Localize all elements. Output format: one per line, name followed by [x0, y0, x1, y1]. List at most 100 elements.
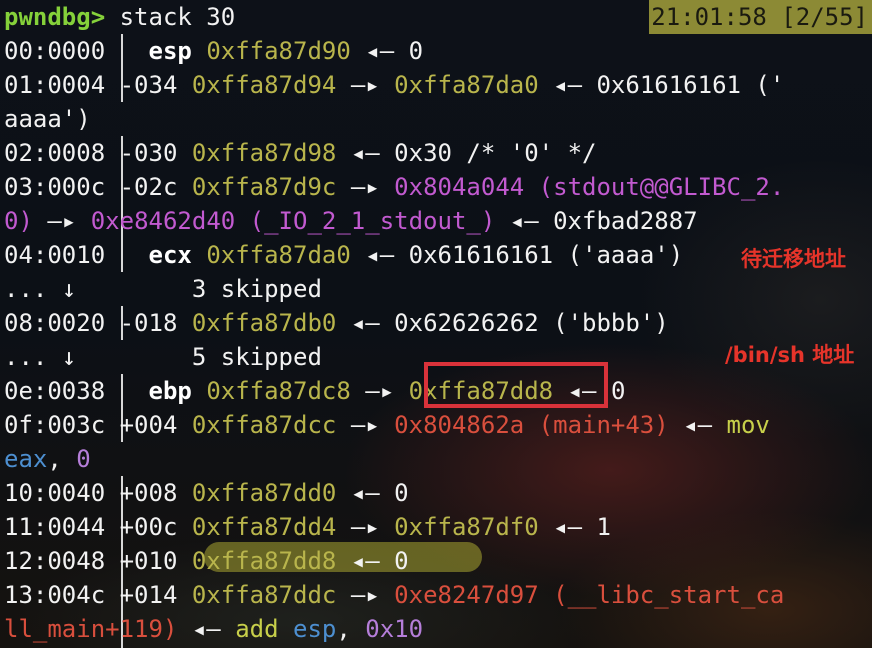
skipped-row: ... ↓ 3 skipped: [4, 272, 322, 306]
row-address: 0xffa87d94: [191, 71, 337, 99]
stack-row: 11:0044 +00c 0xffa87dd4 —▸ 0xffa87df0 ◂—…: [4, 510, 611, 544]
row-pointer: 0xffa87da0: [394, 71, 539, 99]
arrow-right-icon: —▸: [350, 71, 380, 99]
terminal-window[interactable]: 21:01:58 [2/55] pwndbg> stack 30 00:0000…: [0, 0, 872, 648]
row-value: 0xfbad2887: [553, 207, 698, 235]
command-text[interactable]: stack 30: [120, 3, 236, 31]
row-register-operand: eax: [4, 445, 48, 473]
row-offset: -030: [119, 139, 178, 167]
ellipsis: ...: [4, 343, 48, 371]
row-index: 08:0020: [4, 309, 106, 337]
row-value: 0: [610, 377, 626, 405]
stack-row-wrap: eax, 0: [4, 442, 91, 476]
row-pointer: 0xffa87df0: [394, 513, 539, 541]
prompt-label: pwndbg>: [4, 3, 106, 31]
row-value: 0: [408, 37, 424, 65]
row-offset: +004: [119, 411, 178, 439]
stack-row-wrap: 0) —▸ 0xe8462d40 (_IO_2_1_stdout_) ◂— 0x…: [4, 204, 698, 238]
row-value: 0x61616161 (': [596, 71, 785, 99]
stack-row: 12:0048 +010 0xffa87dd8 ◂— 0: [4, 544, 409, 578]
arrow-left-icon: ◂—: [350, 547, 380, 575]
row-address: 0xffa87dd8: [191, 547, 337, 575]
row-offset: -02c: [119, 173, 178, 201]
down-arrow-icon: ↓: [61, 343, 77, 371]
row-address: 0xffa87da0: [206, 241, 351, 269]
row-value: 1: [596, 513, 611, 541]
row-pointer-wrap: 0): [4, 207, 33, 235]
highlight-box: [424, 362, 608, 408]
ellipsis: ...: [4, 275, 48, 303]
stack-row-wrap: aaaa'): [4, 102, 91, 136]
row-register-operand: esp: [293, 615, 337, 643]
row-address: 0xffa87db0: [191, 309, 337, 337]
row-index: 10:0040: [4, 479, 106, 507]
row-offset: -034: [119, 71, 178, 99]
row-value: 0x61616161 ('aaaa'): [408, 241, 684, 269]
stack-row: 04:0010 ecx 0xffa87da0 ◂— 0x61616161 ('a…: [4, 238, 683, 272]
stack-row: 00:0000 esp 0xffa87d90 ◂— 0: [4, 34, 423, 68]
stack-row: 03:000c -02c 0xffa87d9c —▸ 0x804a044 (st…: [4, 170, 784, 204]
skipped-count: 5 skipped: [191, 343, 322, 371]
row-index: 02:0008: [4, 139, 106, 167]
row-index: 12:0048: [4, 547, 106, 575]
arrow-right-icon: —▸: [365, 377, 395, 405]
row-index: 03:000c: [4, 173, 106, 201]
row-offset: +014: [119, 581, 178, 609]
arrow-right-icon: —▸: [350, 411, 380, 439]
arrow-right-icon: —▸: [47, 207, 77, 235]
stack-row-wrap: ll_main+119) ◂— add esp, 0x10: [4, 612, 423, 646]
row-index: 01:0004: [4, 71, 106, 99]
arrow-left-icon: ◂—: [365, 37, 395, 65]
arrow-right-icon: —▸: [350, 581, 380, 609]
arrow-left-icon: ◂—: [553, 513, 583, 541]
row-index: 13:004c: [4, 581, 106, 609]
row-pointer: 0x804a044 (stdout@@GLIBC_2.: [394, 173, 785, 201]
skipped-row: ... ↓ 5 skipped: [4, 340, 322, 374]
row-pointer-wrap: ll_main+119): [4, 615, 178, 643]
row-address: 0xffa87ddc: [191, 581, 337, 609]
row-offset: +008: [119, 479, 178, 507]
annotation-binsh-address: /bin/sh 地址: [725, 343, 855, 367]
row-value: 0: [394, 547, 409, 575]
row-pointer: 0xe8462d40 (_IO_2_1_stdout_): [90, 207, 496, 235]
comma: ,: [336, 615, 366, 643]
arrow-left-icon: ◂—: [509, 207, 539, 235]
prompt-line[interactable]: pwndbg> stack 30: [4, 0, 235, 34]
down-arrow-icon: ↓: [61, 275, 77, 303]
row-offset: -018: [119, 309, 178, 337]
arrow-left-icon: ◂—: [350, 139, 380, 167]
row-index: 0f:003c: [4, 411, 106, 439]
arrow-right-icon: —▸: [350, 173, 380, 201]
arrow-left-icon: ◂—: [191, 615, 221, 643]
row-address: 0xffa87dc8: [206, 377, 351, 405]
arrow-left-icon: ◂—: [683, 411, 713, 439]
annotation-migrate-address: 待迁移地址: [741, 247, 846, 271]
row-address: 0xffa87dcc: [191, 411, 337, 439]
row-address: 0xffa87dd0: [191, 479, 337, 507]
arrow-right-icon: —▸: [350, 513, 380, 541]
row-register: ebp: [134, 377, 207, 405]
status-time: 21:01:58: [651, 3, 767, 31]
arrow-left-icon: ◂—: [350, 309, 380, 337]
row-index: 11:0044: [4, 513, 106, 541]
stack-row: 10:0040 +008 0xffa87dd0 ◂— 0: [4, 476, 409, 510]
stack-row: 02:0008 -030 0xffa87d98 ◂— 0x30 /* '0' *…: [4, 136, 596, 170]
arrow-left-icon: ◂—: [553, 71, 583, 99]
row-index: 04:0010: [4, 241, 106, 269]
row-offset: +010: [119, 547, 178, 575]
row-number-operand: 0: [76, 445, 91, 473]
row-value: 0x30 /* '0' */: [394, 139, 597, 167]
skipped-count: 3 skipped: [191, 275, 322, 303]
row-offset: +00c: [119, 513, 178, 541]
row-instruction: add: [235, 615, 279, 643]
arrow-left-icon: ◂—: [365, 241, 395, 269]
stack-row: 01:0004 -034 0xffa87d94 —▸ 0xffa87da0 ◂—…: [4, 68, 784, 102]
row-pointer: 0xe8247d97 (__libc_start_ca: [394, 581, 785, 609]
row-index: 0e:0038: [4, 377, 106, 405]
stack-row: 08:0020 -018 0xffa87db0 ◂— 0x62626262 ('…: [4, 306, 669, 340]
row-pointer: 0x804862a (main+43): [394, 411, 669, 439]
row-address: 0xffa87d90: [206, 37, 351, 65]
row-value: 0: [394, 479, 409, 507]
row-address: 0xffa87d9c: [191, 173, 337, 201]
row-instruction: mov: [726, 411, 770, 439]
